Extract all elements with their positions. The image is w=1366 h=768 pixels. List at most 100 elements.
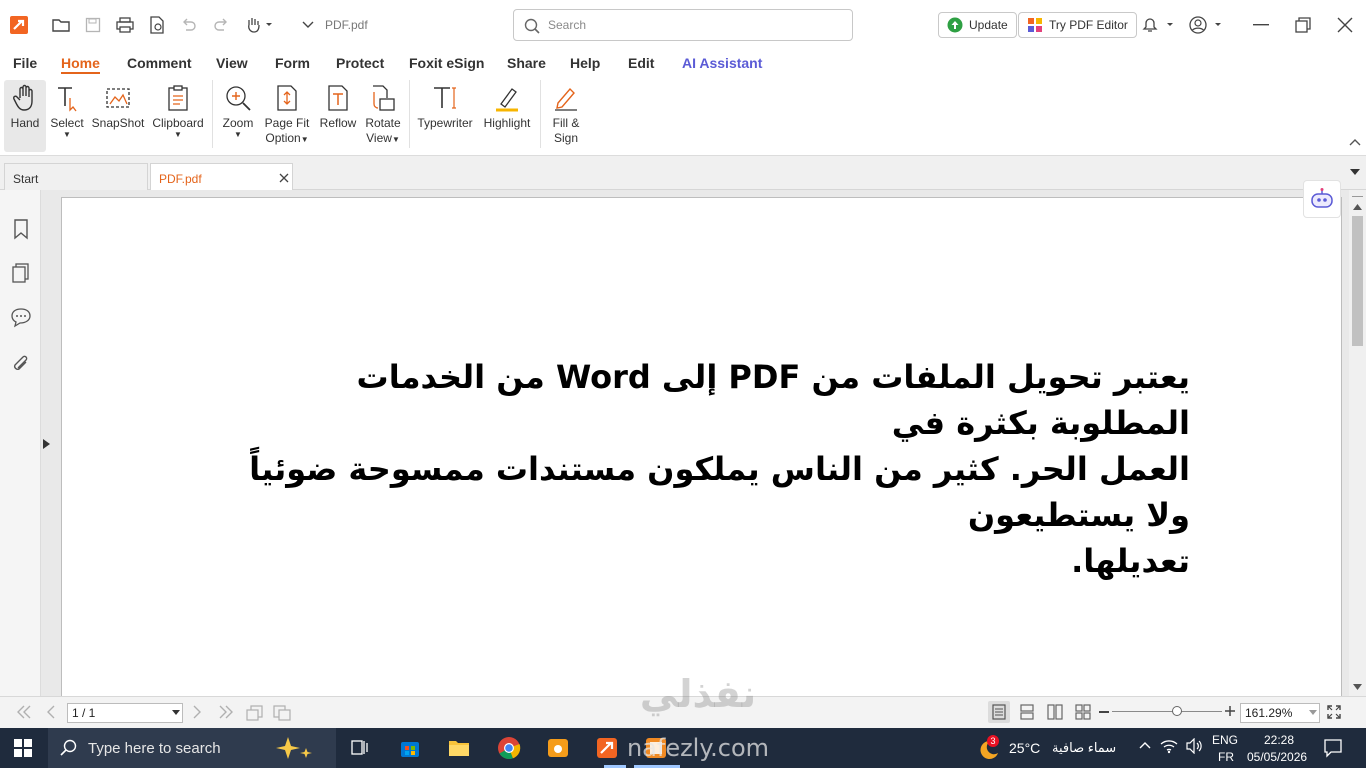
close-window-icon[interactable] xyxy=(1333,13,1357,37)
zoom-slider-thumb[interactable] xyxy=(1172,706,1182,716)
menu-ai-assistant[interactable]: AI Assistant xyxy=(682,55,762,71)
previous-view-icon[interactable] xyxy=(246,705,264,721)
zoom-out-icon[interactable] xyxy=(1099,711,1109,713)
hand-tool-dropdown[interactable] xyxy=(243,13,275,37)
reflow-button[interactable]: Reflow xyxy=(318,80,358,152)
open-folder-icon[interactable] xyxy=(49,13,73,37)
menu-help[interactable]: Help xyxy=(570,55,600,71)
microsoft-store-icon[interactable] xyxy=(398,736,422,760)
windows-start-icon[interactable] xyxy=(14,739,32,757)
snapshot-button[interactable]: SnapShot xyxy=(91,80,145,152)
hand-icon xyxy=(12,80,38,116)
minimize-icon[interactable] xyxy=(1249,13,1273,37)
tab-start[interactable]: Start xyxy=(4,163,148,190)
update-button[interactable]: Update xyxy=(938,12,1017,38)
try-pdf-editor-button[interactable]: Try PDF Editor xyxy=(1018,12,1137,38)
page-number-field[interactable]: 1 / 1 xyxy=(67,703,183,723)
pdf-body-text[interactable]: يعتبر تحويل الملفات من PDF إلى Word من ا… xyxy=(242,354,1190,584)
tray-chevron-up-icon[interactable] xyxy=(1139,741,1151,749)
notification-center-icon[interactable] xyxy=(1323,738,1343,758)
search-icon xyxy=(524,18,540,34)
select-label: Select xyxy=(50,116,84,130)
facing-view-icon[interactable] xyxy=(1047,704,1063,720)
taskbar-search-box[interactable]: Type here to search xyxy=(48,728,336,768)
attachment-icon[interactable] xyxy=(10,353,32,375)
menu-comment[interactable]: Comment xyxy=(127,55,192,71)
clock-date[interactable]: 05/05/2026 xyxy=(1247,750,1307,764)
fullscreen-icon[interactable] xyxy=(1327,705,1341,719)
language-secondary[interactable]: FR xyxy=(1218,750,1234,764)
zoom-in-plus-icon[interactable] xyxy=(1225,706,1235,716)
next-view-icon[interactable] xyxy=(273,705,291,721)
collapse-ribbon-icon[interactable] xyxy=(1349,138,1361,146)
ai-assistant-bot-button[interactable] xyxy=(1303,180,1341,218)
print-icon[interactable] xyxy=(113,13,137,37)
tab-pdf[interactable]: PDF.pdf xyxy=(150,163,293,190)
reflow-label: Reflow xyxy=(319,116,357,130)
rotate-view-icon xyxy=(370,80,396,116)
notifications-bell-icon[interactable] xyxy=(1137,13,1177,37)
chevron-down-icon[interactable] xyxy=(296,13,320,37)
zoom-level-field[interactable]: 161.29% xyxy=(1240,703,1320,723)
document-properties-icon[interactable] xyxy=(145,13,169,37)
bookmark-icon[interactable] xyxy=(10,218,32,240)
foxit-logo-icon[interactable] xyxy=(7,13,31,37)
continuous-view-icon[interactable] xyxy=(1020,704,1034,720)
tab-list-dropdown-icon[interactable] xyxy=(1350,169,1360,175)
undo-icon[interactable] xyxy=(177,13,201,37)
hand-tool-button[interactable]: Hand xyxy=(4,80,46,152)
menu-foxit-esign[interactable]: Foxit eSign xyxy=(409,55,484,71)
menu-view[interactable]: View xyxy=(216,55,248,71)
menu-form[interactable]: Form xyxy=(275,55,310,71)
first-page-icon[interactable] xyxy=(16,705,32,719)
typewriter-button[interactable]: Typewriter xyxy=(416,80,474,152)
highlight-button[interactable]: Highlight xyxy=(480,80,534,152)
save-icon[interactable] xyxy=(81,13,105,37)
chevron-down-icon[interactable] xyxy=(172,710,180,715)
second-foxit-taskbar-icon[interactable] xyxy=(644,736,668,760)
language-primary[interactable]: ENG xyxy=(1212,733,1238,747)
clipboard-button[interactable]: Clipboard ▼ xyxy=(150,80,206,152)
file-explorer-icon[interactable] xyxy=(447,736,471,760)
next-page-icon[interactable] xyxy=(192,705,202,719)
page-indicator: 1 / 1 xyxy=(72,706,96,720)
volume-icon[interactable] xyxy=(1185,738,1203,754)
pages-icon[interactable] xyxy=(10,262,32,284)
foxit-taskbar-icon[interactable] xyxy=(595,736,619,760)
menu-edit[interactable]: Edit xyxy=(628,55,654,71)
previous-page-icon[interactable] xyxy=(46,705,56,719)
rotate-view-button[interactable]: Rotate View▼ xyxy=(362,80,404,152)
chrome-icon[interactable] xyxy=(497,736,521,760)
select-tool-button[interactable]: Select ▼ xyxy=(50,80,84,152)
menu-home[interactable]: Home xyxy=(61,55,100,74)
restore-icon[interactable] xyxy=(1291,13,1315,37)
wifi-icon[interactable] xyxy=(1160,738,1178,754)
search-box[interactable]: Search xyxy=(513,9,853,41)
page-fit-option-button[interactable]: Page Fit Option▼ xyxy=(262,80,312,152)
continuous-facing-view-icon[interactable] xyxy=(1075,704,1091,720)
zoom-slider[interactable] xyxy=(1112,711,1222,712)
scroll-down-arrow-icon[interactable] xyxy=(1353,684,1362,690)
zoom-button[interactable]: Zoom ▼ xyxy=(220,80,256,152)
last-page-icon[interactable] xyxy=(218,705,234,719)
redo-icon[interactable] xyxy=(209,13,233,37)
account-icon[interactable] xyxy=(1185,13,1225,37)
menu-share[interactable]: Share xyxy=(507,55,546,71)
scroll-split-handle[interactable] xyxy=(1352,196,1363,197)
clock-time[interactable]: 22:28 xyxy=(1264,733,1294,747)
try-editor-label: Try PDF Editor xyxy=(1049,18,1128,32)
scroll-up-arrow-icon[interactable] xyxy=(1353,204,1362,210)
close-tab-icon[interactable] xyxy=(279,173,289,183)
fill-and-sign-button[interactable]: Fill & Sign xyxy=(546,80,586,152)
expand-panel-icon[interactable] xyxy=(43,439,50,449)
comments-icon[interactable] xyxy=(10,306,32,328)
vertical-scrollbar[interactable] xyxy=(1349,190,1366,696)
menu-protect[interactable]: Protect xyxy=(336,55,384,71)
menu-file[interactable]: File xyxy=(13,55,37,71)
copilot-sparkle-icon[interactable] xyxy=(266,736,322,760)
task-view-icon[interactable] xyxy=(348,736,372,760)
scroll-thumb[interactable] xyxy=(1352,216,1363,346)
camera-app-icon[interactable] xyxy=(546,736,570,760)
single-page-view-icon[interactable] xyxy=(988,701,1010,723)
chevron-down-icon[interactable] xyxy=(1309,710,1317,715)
